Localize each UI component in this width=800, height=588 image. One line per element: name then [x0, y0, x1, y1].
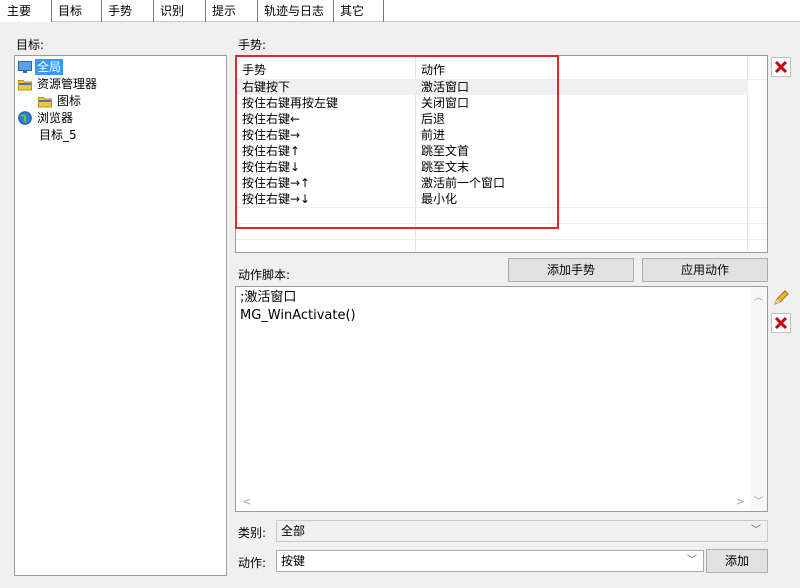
scroll-down-icon[interactable]: ﹀ [754, 494, 763, 507]
chevron-down-icon: ﹀ [751, 525, 761, 536]
delete-gesture-button[interactable] [771, 57, 791, 77]
monitor-icon [18, 60, 32, 74]
close-icon [774, 316, 788, 330]
row-divider [236, 223, 767, 224]
tab-target[interactable]: 目标 [52, 0, 102, 22]
tab-strip: 主要 目标 手势 识别 提示 轨迹与日志 其它 [0, 0, 800, 22]
folder-icon [18, 77, 32, 91]
tab-recognition[interactable]: 识别 [154, 0, 206, 22]
table-cell[interactable]: 按住右键→↓ [242, 191, 310, 207]
chevron-down-icon: ﹀ [687, 555, 697, 566]
targets-label: 目标: [16, 38, 45, 52]
row-divider [236, 207, 767, 208]
tab-other[interactable]: 其它 [334, 0, 384, 22]
category-label: 类别: [238, 526, 267, 540]
script-line: ;激活窗口 [240, 290, 297, 305]
tree-item-target-5[interactable]: 目标_5 [37, 127, 79, 143]
selected-row-highlight [236, 79, 748, 95]
column-header-gesture[interactable]: 手势 [242, 61, 266, 78]
globe-icon [18, 111, 32, 125]
action-select[interactable]: 按键 ﹀ [276, 550, 704, 572]
script-line: MG_WinActivate() [240, 308, 356, 323]
folder-icon [38, 94, 52, 108]
tab-main[interactable]: 主要 [0, 0, 52, 22]
table-cell[interactable]: 前进 [421, 127, 445, 143]
action-label: 动作: [238, 556, 267, 570]
scroll-up-icon[interactable]: ︿ [754, 290, 763, 303]
table-cell[interactable]: 按住右键↑ [242, 143, 300, 159]
tab-gesture[interactable]: 手势 [102, 0, 154, 22]
tree-item-browser[interactable]: 浏览器 [17, 110, 75, 126]
table-cell[interactable]: 按住右键再按左键 [242, 95, 338, 111]
tab-hints[interactable]: 提示 [206, 0, 258, 22]
tree-item-explorer[interactable]: 资源管理器 [17, 76, 99, 92]
table-cell[interactable]: 跳至文首 [421, 143, 469, 159]
column-header-action[interactable]: 动作 [421, 61, 445, 78]
tree-item-global[interactable]: 全局 [17, 59, 64, 75]
vertical-scrollbar[interactable]: ︿ ﹀ [750, 287, 767, 511]
category-value: 全部 [281, 524, 306, 538]
action-value: 按键 [281, 554, 306, 568]
row-divider [236, 79, 767, 80]
table-cell[interactable]: 最小化 [421, 191, 457, 207]
add-button[interactable]: 添加 [706, 549, 768, 573]
table-cell[interactable]: 关闭窗口 [421, 95, 469, 111]
category-select[interactable]: 全部 ﹀ [276, 520, 768, 542]
pencil-icon [774, 290, 789, 305]
horizontal-scrollbar[interactable]: < > [236, 494, 751, 511]
table-cell[interactable]: 按住右键→ [242, 127, 300, 143]
close-icon [774, 60, 788, 74]
gesture-table[interactable]: 手势 动作 右键按下 激活窗口 按住右键再按左键 关闭窗口 按住右键← 后退 按… [235, 55, 768, 253]
table-cell[interactable]: 按住右键→↑ [242, 175, 310, 191]
script-label: 动作脚本: [238, 268, 291, 282]
scroll-left-icon[interactable]: < [242, 495, 251, 508]
apply-action-button[interactable]: 应用动作 [642, 258, 768, 282]
scroll-right-icon[interactable]: > [736, 495, 745, 508]
table-cell[interactable]: 按住右键← [242, 111, 300, 127]
row-divider [236, 239, 767, 240]
table-cell[interactable]: 跳至文末 [421, 159, 469, 175]
table-cell[interactable]: 右键按下 [242, 79, 290, 95]
add-gesture-button[interactable]: 添加手势 [508, 258, 634, 282]
delete-script-button[interactable] [771, 313, 791, 333]
table-cell[interactable]: 后退 [421, 111, 445, 127]
table-cell[interactable]: 按住右键↓ [242, 159, 300, 175]
tree-item-icons[interactable]: 图标 [37, 93, 83, 109]
gestures-label: 手势: [238, 38, 267, 52]
table-cell[interactable]: 激活窗口 [421, 79, 469, 95]
edit-script-button[interactable] [771, 288, 791, 308]
target-tree[interactable]: 全局 资源管理器 图标 浏览器 目标_5 [14, 55, 227, 576]
action-script-editor[interactable]: ;激活窗口 MG_WinActivate() ︿ ﹀ < > [235, 286, 768, 512]
table-cell[interactable]: 激活前一个窗口 [421, 175, 505, 191]
tab-trail-and-log[interactable]: 轨迹与日志 [258, 0, 334, 22]
